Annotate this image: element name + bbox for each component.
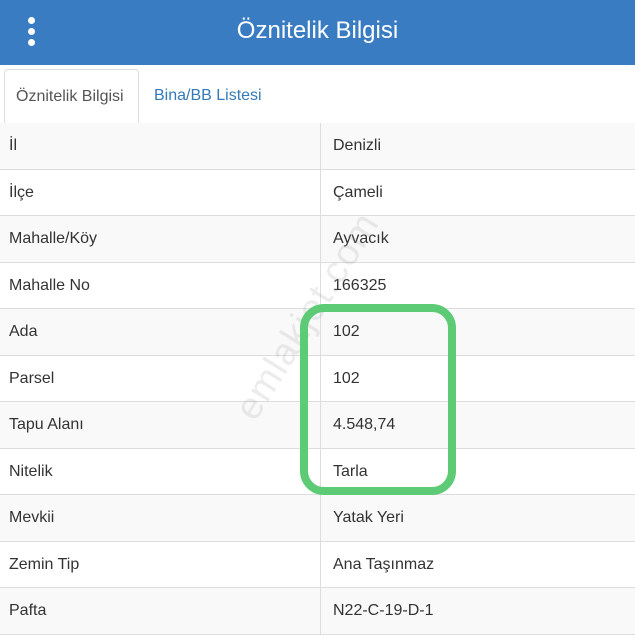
row-label: Nitelik <box>9 462 53 480</box>
column-divider <box>320 216 321 262</box>
tab-building-list[interactable]: Bina/BB Listesi <box>143 69 273 122</box>
column-divider <box>320 402 321 448</box>
row-value: N22-C-19-D-1 <box>333 602 434 619</box>
column-divider <box>320 541 321 588</box>
column-divider <box>320 309 321 355</box>
table-row: İlçe Çameli <box>0 169 635 216</box>
row-label: Mevkii <box>9 509 55 526</box>
table-row: Zemin Tip Ana Taşınmaz <box>0 541 635 588</box>
row-label: Zemin Tip <box>9 555 80 573</box>
table-row: Tapu Alanı 4.548,74 <box>0 402 635 449</box>
row-label: Tapu Alanı <box>9 416 84 433</box>
tab-attribute-info[interactable]: Öznitelik Bilgisi <box>4 69 139 124</box>
row-value: Yatak Yeri <box>333 509 404 526</box>
row-value: 102 <box>333 369 360 387</box>
row-value: 4.548,74 <box>333 416 396 433</box>
table-row: Mevkii Yatak Yeri <box>0 495 635 542</box>
table-row: Nitelik Tarla <box>0 448 635 495</box>
table-row: Mahalle No 166325 <box>0 262 635 309</box>
row-value: Çameli <box>333 183 383 201</box>
column-divider <box>320 123 321 169</box>
row-label: Ada <box>9 323 38 340</box>
row-label: Parsel <box>9 369 55 387</box>
table-row: Pafta N22-C-19-D-1 <box>0 588 635 635</box>
attribute-table: İl Denizli İlçe Çameli Mahalle/Köy Ayvac… <box>0 123 635 635</box>
row-label: Pafta <box>9 602 47 619</box>
row-label: Mahalle/Köy <box>9 230 98 247</box>
row-label: İl <box>9 137 17 154</box>
table-row: Ada 102 <box>0 309 635 356</box>
tab-bar: Öznitelik Bilgisi Bina/BB Listesi <box>0 65 635 124</box>
row-value: 102 <box>333 323 360 340</box>
row-label: İlçe <box>9 183 34 201</box>
row-value: 166325 <box>333 276 387 294</box>
column-divider <box>320 355 321 402</box>
row-value: Ayvacık <box>333 230 389 247</box>
table-row: İl Denizli <box>0 123 635 170</box>
column-divider <box>320 448 321 495</box>
page-title: Öznitelik Bilgisi <box>236 17 399 44</box>
column-divider <box>320 169 321 216</box>
table-row: Parsel 102 <box>0 355 635 402</box>
row-value: Tarla <box>333 462 368 480</box>
column-divider <box>320 495 321 541</box>
row-value: Ana Taşınmaz <box>333 555 435 573</box>
table-row: Mahalle/Köy Ayvacık <box>0 216 635 263</box>
column-divider <box>320 262 321 309</box>
row-value: Denizli <box>333 137 382 154</box>
row-label: Mahalle No <box>9 276 90 294</box>
column-divider <box>320 588 321 634</box>
app-header: Öznitelik Bilgisi <box>0 0 635 65</box>
